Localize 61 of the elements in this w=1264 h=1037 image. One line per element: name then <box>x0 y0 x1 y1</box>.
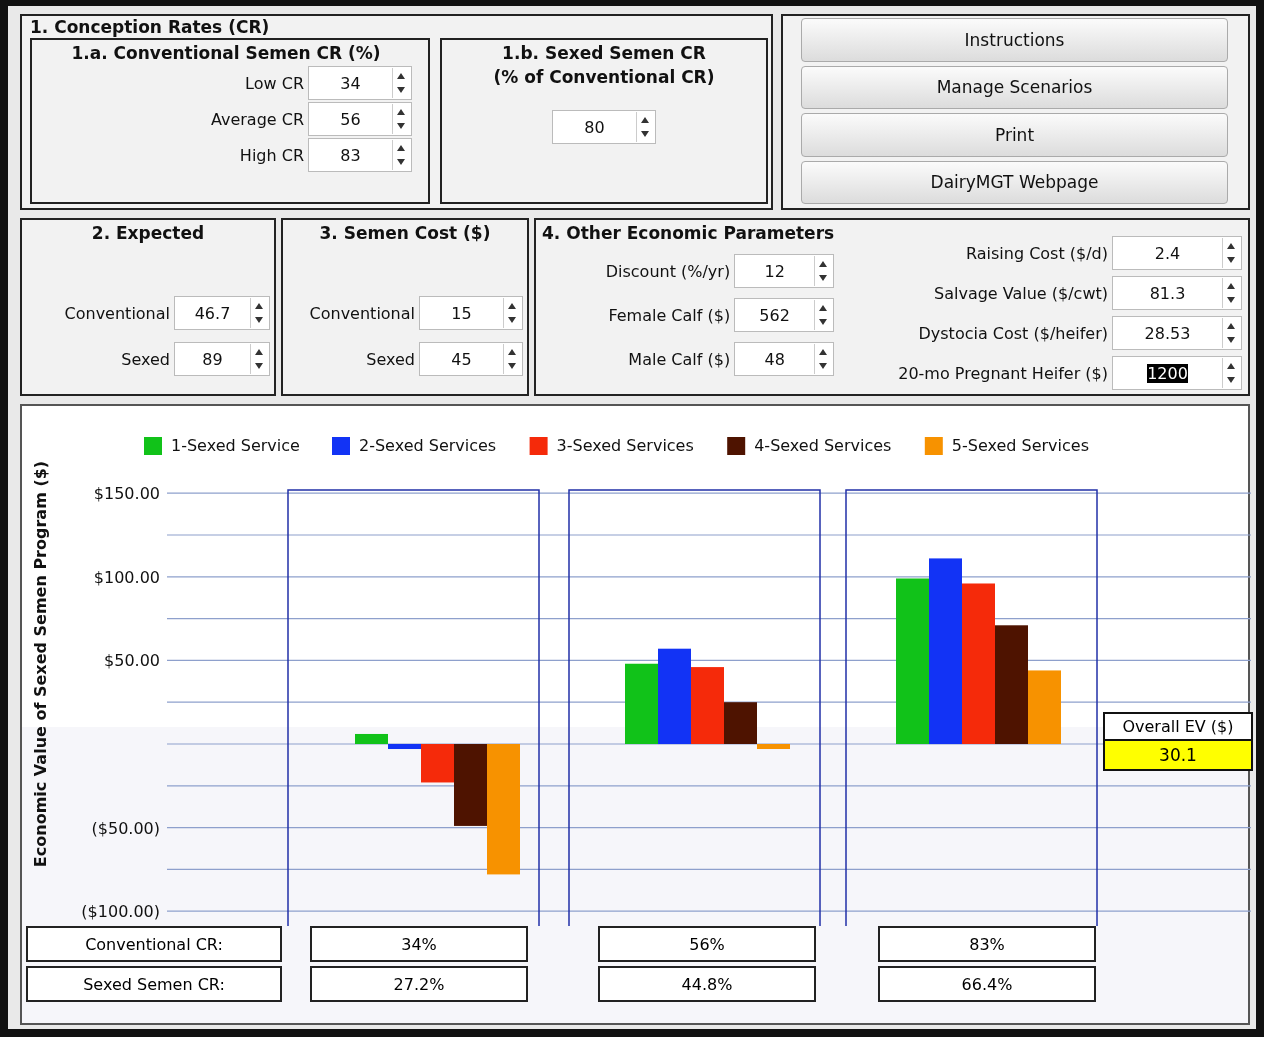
field-label: Conventional <box>309 303 415 323</box>
table-cell: 34% <box>310 926 528 962</box>
field-label: Low CR <box>245 73 304 93</box>
section-title: 2. Expected <box>90 222 206 245</box>
section-title: 1.b. Sexed Semen CR <box>502 42 706 65</box>
number-spinner[interactable]: 80 <box>552 110 656 145</box>
table-cell: 83% <box>878 926 1096 962</box>
number-spinner[interactable]: 34 <box>308 66 412 101</box>
number-spinner[interactable]: 2.4 <box>1112 236 1242 270</box>
field-label: Salvage Value ($/cwt) <box>934 283 1108 303</box>
field-label: Average CR <box>210 109 304 129</box>
number-spinner[interactable]: 45 <box>419 342 523 377</box>
number-spinner[interactable]: 81.3 <box>1112 276 1242 310</box>
field-label: 20-mo Pregnant Heifer ($) <box>898 363 1108 383</box>
section-title: 4. Other Economic Parameters <box>542 222 835 245</box>
axis-tick-label: ($50.00) <box>91 818 160 838</box>
field-label: Female Calf ($) <box>608 305 731 325</box>
legend-label: 2-Sexed Services <box>359 436 497 455</box>
number-spinner[interactable]: 46.7 <box>174 296 270 331</box>
row-label: Sexed Semen CR: <box>26 966 282 1002</box>
legend-label: 3-Sexed Services <box>556 436 694 455</box>
axis-tick-label: $150.00 <box>93 484 160 504</box>
legend-label: 5-Sexed Services <box>951 436 1089 455</box>
number-spinner[interactable]: 83 <box>308 138 412 173</box>
menu-button[interactable]: DairyMGT Webpage <box>801 160 1228 204</box>
number-spinner[interactable]: 15 <box>419 296 523 331</box>
number-spinner[interactable]: 12 <box>734 254 835 289</box>
number-spinner[interactable]: 562 <box>734 298 835 333</box>
axis-tick-label: ($100.00) <box>81 902 160 922</box>
field-label: High CR <box>239 145 304 165</box>
ev-label: Overall EV ($) <box>1121 716 1235 738</box>
table-cell: 27.2% <box>310 966 528 1002</box>
table-cell: 44.8% <box>598 966 816 1002</box>
legend-label: 4-Sexed Services <box>754 436 892 455</box>
number-spinner[interactable]: 48 <box>734 342 835 377</box>
field-label: Sexed <box>121 349 170 369</box>
section-title: 3. Semen Cost ($) <box>318 222 492 245</box>
menu-button[interactable]: Print <box>801 113 1228 157</box>
field-label: Male Calf ($) <box>628 349 731 369</box>
row-label: Conventional CR: <box>26 926 282 962</box>
field-label: Sexed <box>366 349 415 369</box>
field-label: Dystocia Cost ($/heifer) <box>918 323 1108 343</box>
axis-title: Economic Value of Sexed Semen Program ($) <box>31 460 50 868</box>
section-title: 1.a. Conventional Semen CR (%) <box>70 42 382 65</box>
table-cell: 66.4% <box>878 966 1096 1002</box>
axis-tick-label: $50.00 <box>104 651 160 671</box>
menu-button[interactable]: Manage Scenarios <box>801 65 1228 109</box>
ev-value: 30.1 <box>1105 739 1251 769</box>
number-spinner[interactable]: 56 <box>308 102 412 137</box>
field-label: Raising Cost ($/d) <box>965 243 1108 263</box>
section-title: 1. Conception Rates (CR) <box>30 16 271 39</box>
legend-label: 1-Sexed Service <box>171 436 300 455</box>
number-spinner[interactable]: 1200 <box>1112 356 1242 390</box>
field-label: Discount (%/yr) <box>605 261 731 281</box>
number-spinner[interactable]: 28.53 <box>1112 316 1242 350</box>
field-label: Conventional <box>64 303 170 323</box>
number-spinner[interactable]: 89 <box>174 342 270 377</box>
table-cell: 56% <box>598 926 816 962</box>
axis-tick-label: $100.00 <box>93 567 160 587</box>
menu-button[interactable]: Instructions <box>801 18 1228 62</box>
section-subtitle: (% of Conventional CR) <box>493 66 715 89</box>
